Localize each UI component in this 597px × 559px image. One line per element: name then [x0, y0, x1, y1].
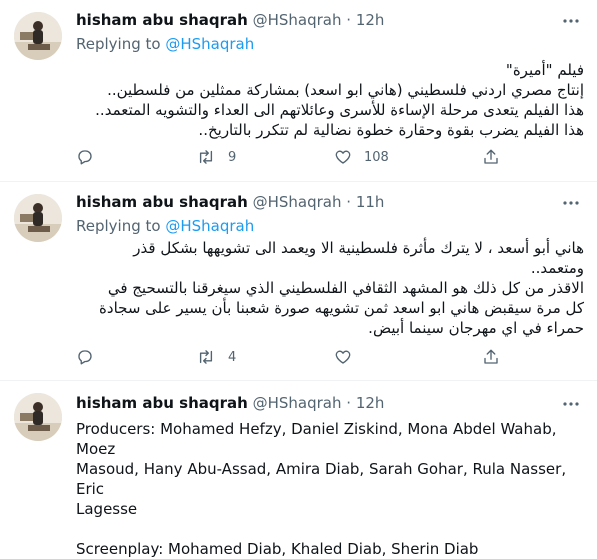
- text-line: [76, 519, 584, 539]
- tweet-header: hisham abu shaqrah @HShaqrah · 12h: [76, 10, 384, 30]
- text-line: هذا الفيلم يتعدى مرحلة الإساءة للأسرى وع…: [95, 101, 584, 119]
- retweet-icon: [199, 350, 213, 364]
- avatar[interactable]: [14, 194, 62, 242]
- more-button[interactable]: [560, 393, 582, 415]
- tweet-header: hisham abu shaqrah @HShaqrah · 12h: [76, 393, 384, 413]
- retweet-button[interactable]: 4: [196, 348, 236, 366]
- heart-icon: [335, 150, 351, 164]
- avatar-photo: [14, 194, 62, 242]
- text-line: حمراء في اي مهرجان سينما أبيض.: [368, 319, 584, 337]
- author-name[interactable]: hisham abu shaqrah: [76, 193, 248, 211]
- replying-prefix: Replying to: [76, 35, 166, 53]
- text-line: هذا الفيلم يضرب بقوة وحقارة خطوة نضالية …: [198, 121, 584, 139]
- tweet-text: فيلم "أميرة" إنتاج مصري اردني فلسطيني (ه…: [76, 60, 584, 140]
- text-line: فيلم "أميرة": [505, 61, 584, 79]
- separator: ·: [346, 193, 352, 211]
- tweet-text: هاني أبو أسعد ، لا يترك مأثرة فلسطينية ا…: [76, 238, 584, 338]
- heart-icon: [335, 350, 351, 364]
- like-button[interactable]: [334, 348, 364, 366]
- replying-handle-link[interactable]: @HShaqrah: [165, 35, 254, 53]
- timestamp[interactable]: 12h: [356, 394, 385, 412]
- text-line: Screenplay: Mohamed Diab, Khaled Diab, S…: [76, 540, 479, 558]
- tweet-1[interactable]: hisham abu shaqrah @HShaqrah · 12h Reply…: [0, 0, 597, 181]
- tweet-actions: 9 108: [76, 148, 506, 168]
- separator: ·: [346, 394, 352, 412]
- retweet-count: 4: [228, 349, 237, 365]
- like-count: 108: [364, 149, 389, 165]
- text-line: هاني أبو أسعد ، لا يترك مأثرة فلسطينية ا…: [133, 239, 584, 257]
- text-line: Producers: Mohamed Hefzy, Daniel Ziskind…: [76, 420, 557, 458]
- text-line: كل مرة سيقبض هاني ابو اسعد ثمن تشويهه صو…: [99, 299, 584, 317]
- author-handle[interactable]: @HShaqrah: [253, 394, 342, 412]
- more-horizontal-icon: [563, 201, 579, 205]
- author-name[interactable]: hisham abu shaqrah: [76, 11, 248, 29]
- retweet-count: 9: [228, 149, 237, 165]
- timestamp[interactable]: 12h: [356, 11, 385, 29]
- tweet-text: Producers: Mohamed Hefzy, Daniel Ziskind…: [76, 419, 584, 559]
- author-handle[interactable]: @HShaqrah: [253, 193, 342, 211]
- tweet-header: hisham abu shaqrah @HShaqrah · 11h: [76, 192, 384, 212]
- tweet-actions: 4: [76, 348, 506, 368]
- text-line: Lagesse: [76, 500, 138, 518]
- text-line: Masoud, Hany Abu-Assad, Amira Diab, Sara…: [76, 460, 567, 498]
- like-button[interactable]: 108: [334, 148, 389, 166]
- retweet-button[interactable]: 9: [196, 148, 236, 166]
- text-line: الاقذر من كل ذلك هو المشهد الثقافي الفلس…: [107, 279, 584, 297]
- reply-button[interactable]: [76, 348, 106, 366]
- timestamp[interactable]: 11h: [356, 193, 385, 211]
- text-line: ومتعمد..: [530, 259, 584, 277]
- more-horizontal-icon: [563, 19, 579, 23]
- tweet-2[interactable]: hisham abu shaqrah @HShaqrah · 11h Reply…: [0, 182, 597, 380]
- separator: ·: [346, 11, 352, 29]
- replying-to: Replying to @HShaqrah: [76, 216, 254, 236]
- text-line: إنتاج مصري اردني فلسطيني (هاني ابو اسعد)…: [107, 81, 584, 99]
- avatar[interactable]: [14, 393, 62, 441]
- more-button[interactable]: [560, 10, 582, 32]
- author-name[interactable]: hisham abu shaqrah: [76, 394, 248, 412]
- replying-handle-link[interactable]: @HShaqrah: [165, 217, 254, 235]
- avatar[interactable]: [14, 12, 62, 60]
- avatar-photo: [14, 12, 62, 60]
- share-button[interactable]: [482, 348, 500, 366]
- replying-to: Replying to @HShaqrah: [76, 34, 254, 54]
- reply-button[interactable]: [76, 148, 106, 166]
- avatar-photo: [14, 393, 62, 441]
- retweet-icon: [199, 150, 213, 164]
- share-button[interactable]: [482, 148, 500, 166]
- author-handle[interactable]: @HShaqrah: [253, 11, 342, 29]
- tweet-3[interactable]: hisham abu shaqrah @HShaqrah · 12h Produ…: [0, 381, 597, 558]
- replying-prefix: Replying to: [76, 217, 166, 235]
- share-icon: [484, 349, 498, 364]
- more-horizontal-icon: [563, 402, 579, 406]
- reply-icon: [78, 350, 92, 365]
- more-button[interactable]: [560, 192, 582, 214]
- reply-icon: [78, 150, 92, 165]
- share-icon: [484, 149, 498, 164]
